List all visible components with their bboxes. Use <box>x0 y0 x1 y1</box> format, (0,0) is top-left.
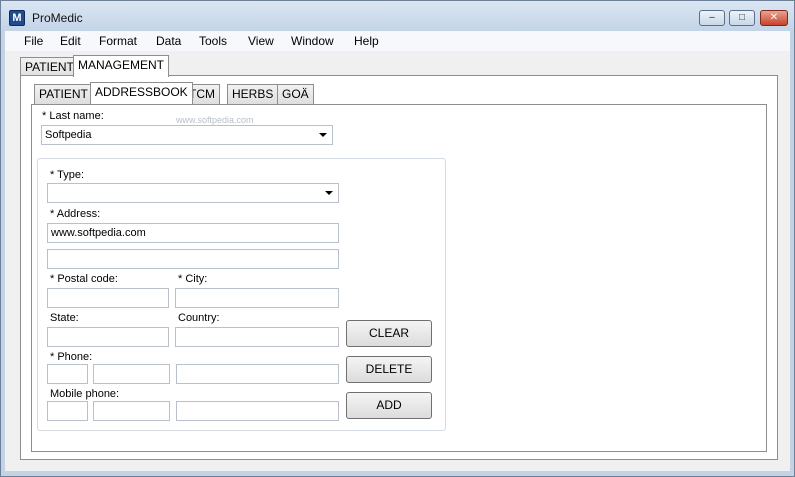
city-input[interactable] <box>175 288 339 308</box>
chevron-down-icon[interactable] <box>319 133 327 137</box>
tab-management[interactable]: MANAGEMENT <box>73 55 170 77</box>
phone-area-input[interactable] <box>93 364 170 384</box>
tab-patient-outer[interactable]: PATIENT <box>20 57 79 77</box>
mobile-area-input[interactable] <box>93 401 170 421</box>
address-label: * Address: <box>50 208 101 220</box>
watermark-text: www.softpedia.com <box>176 115 254 125</box>
type-combo[interactable] <box>47 183 339 203</box>
phone-prefix-input[interactable] <box>47 364 88 384</box>
mobile-prefix-input[interactable] <box>47 401 88 421</box>
tab-addressbook[interactable]: ADDRESSBOOK <box>90 82 193 104</box>
menu-format[interactable]: Format <box>99 34 137 48</box>
menu-file[interactable]: File <box>24 34 43 48</box>
window-title: ProMedic <box>32 11 83 25</box>
mobile-number-input[interactable] <box>176 401 339 421</box>
phone-number-input[interactable] <box>176 364 339 384</box>
clear-button[interactable]: CLEAR <box>346 320 432 347</box>
app-logo-icon: M <box>9 10 25 26</box>
chevron-down-icon[interactable] <box>325 191 333 195</box>
title-bar[interactable]: M ProMedic – □ ✕ <box>1 1 794 31</box>
last-name-label: * Last name: <box>42 110 104 122</box>
menu-data[interactable]: Data <box>156 34 181 48</box>
type-label: * Type: <box>50 169 85 181</box>
menu-help[interactable]: Help <box>354 34 379 48</box>
last-name-combo[interactable]: Softpedia <box>41 125 333 145</box>
tab-patient-inner[interactable]: PATIENT <box>34 84 93 104</box>
last-name-value: Softpedia <box>45 129 92 141</box>
address-line2-input[interactable] <box>47 249 339 269</box>
mobile-phone-label: Mobile phone: <box>50 388 120 400</box>
address-line1-input[interactable]: www.softpedia.com <box>47 223 339 243</box>
tab-herbs[interactable]: HERBS <box>227 84 279 104</box>
menu-window[interactable]: Window <box>291 34 334 48</box>
add-button[interactable]: ADD <box>346 392 432 419</box>
state-label: State: <box>50 312 79 324</box>
postal-code-input[interactable] <box>47 288 169 308</box>
delete-button[interactable]: DELETE <box>346 356 432 383</box>
phone-label: * Phone: <box>50 351 93 363</box>
country-input[interactable] <box>175 327 339 347</box>
minimize-button[interactable]: – <box>699 10 725 26</box>
menu-bar: File Edit Format Data Tools View Window … <box>5 31 790 51</box>
app-window: M ProMedic – □ ✕ File Edit Format Data T… <box>0 0 795 477</box>
state-input[interactable] <box>47 327 169 347</box>
maximize-button[interactable]: □ <box>729 10 755 26</box>
postal-code-label: * Postal code: <box>50 273 118 285</box>
menu-view[interactable]: View <box>248 34 274 48</box>
tab-goa[interactable]: GOÄ <box>277 84 314 104</box>
country-label: Country: <box>178 312 220 324</box>
close-button[interactable]: ✕ <box>760 10 788 26</box>
city-label: * City: <box>178 273 208 285</box>
menu-tools[interactable]: Tools <box>199 34 227 48</box>
menu-edit[interactable]: Edit <box>60 34 81 48</box>
